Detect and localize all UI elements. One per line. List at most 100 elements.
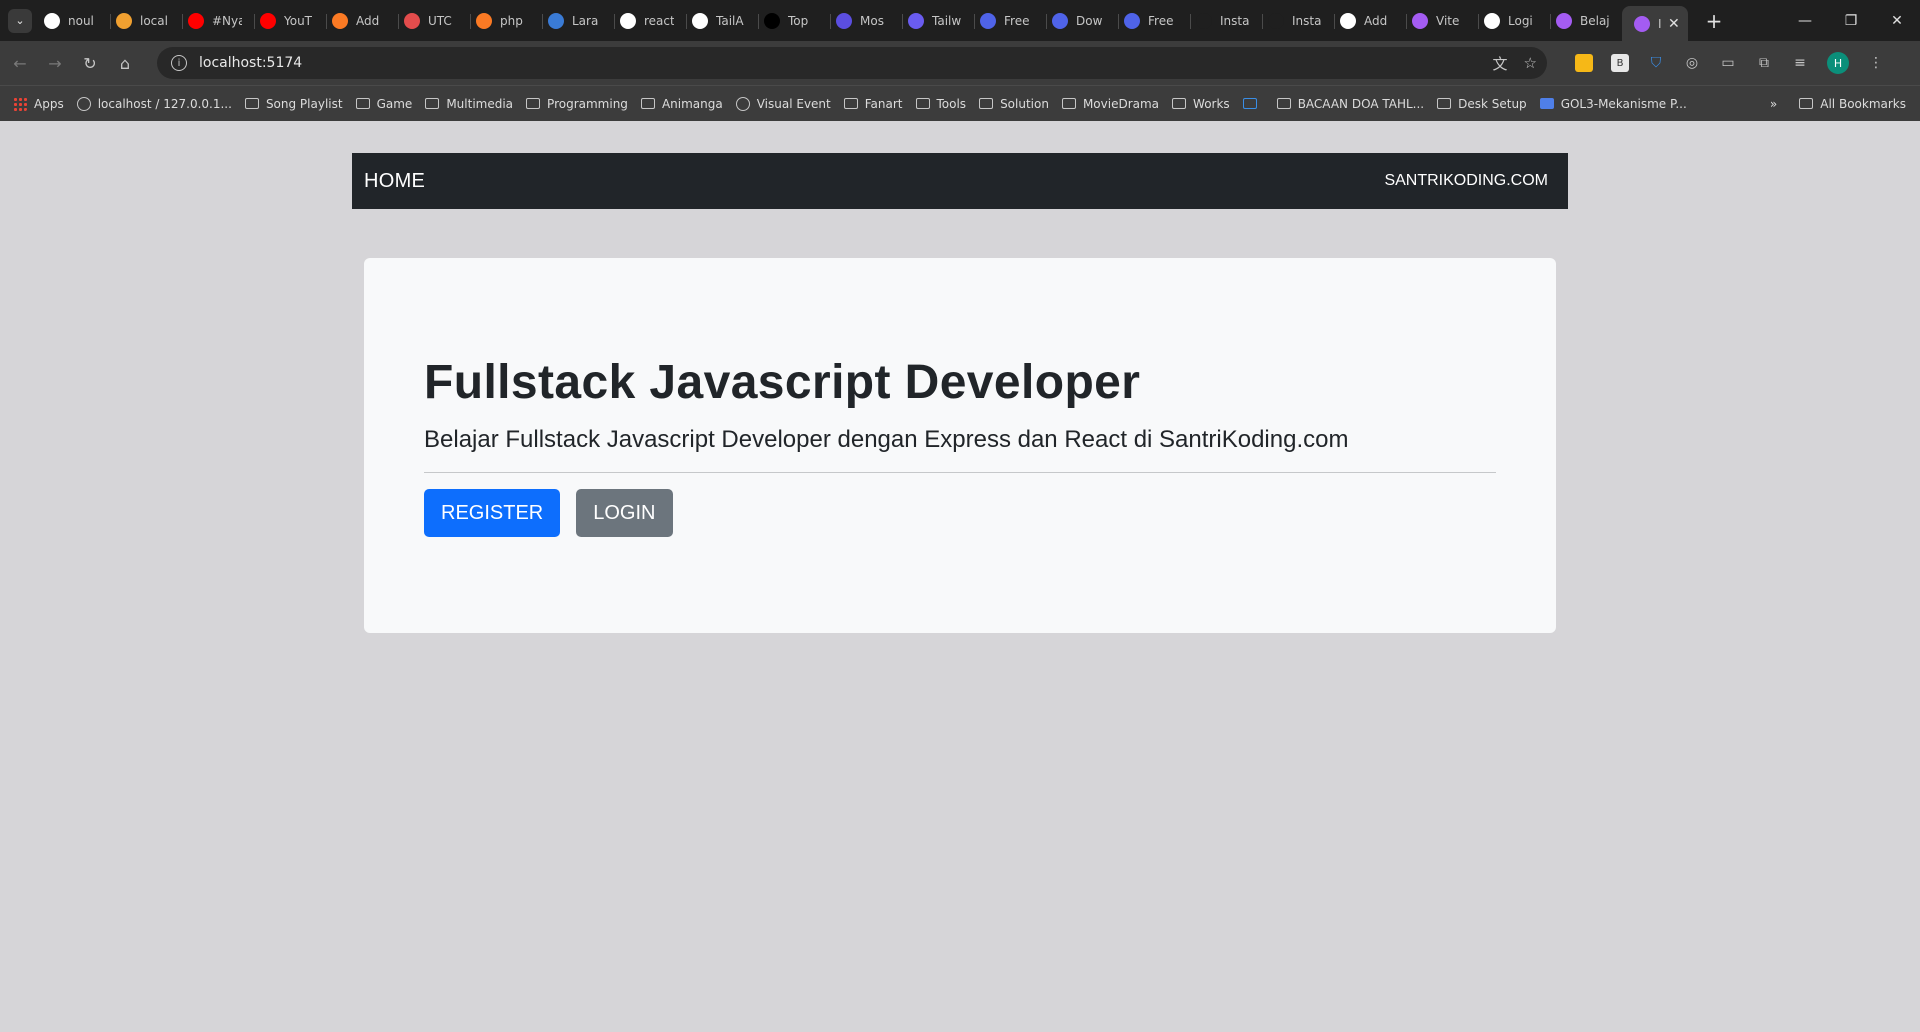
page-viewport: HOME SANTRIKODING.COM Fullstack Javascri… xyxy=(0,121,1920,1032)
browser-tab[interactable]: Free xyxy=(1118,6,1190,36)
tab-title: Logi xyxy=(1508,13,1533,28)
profile-avatar[interactable]: H xyxy=(1827,52,1849,74)
bookmark-star-icon[interactable]: ☆ xyxy=(1524,54,1537,72)
browser-tab[interactable]: noul xyxy=(38,6,110,36)
browser-tab[interactable]: php xyxy=(470,6,542,36)
browser-tab[interactable]: YouT xyxy=(254,6,326,36)
bookmark-item[interactable]: GOL3-Mekanisme P... xyxy=(1539,96,1687,111)
folder-icon xyxy=(244,98,259,109)
bookmark-item[interactable]: Works xyxy=(1172,97,1230,111)
laravel-icon xyxy=(548,12,564,29)
chat-icon xyxy=(1340,12,1356,29)
xampp-icon xyxy=(332,12,348,29)
apps-grid-icon xyxy=(13,96,27,111)
all-bookmarks-button[interactable]: All Bookmarks xyxy=(1799,97,1906,111)
restore-button[interactable]: ❐ xyxy=(1828,0,1874,41)
bookmark-item[interactable]: Desk Setup xyxy=(1437,97,1527,111)
url-text[interactable]: localhost:5174 xyxy=(199,55,302,71)
bookmark-item[interactable]: localhost / 127.0.0.1... xyxy=(76,96,232,111)
extensions-puzzle-icon[interactable]: ⧉ xyxy=(1755,54,1773,72)
browser-tab[interactable]: react xyxy=(614,6,686,36)
close-window-button[interactable]: ✕ xyxy=(1874,0,1920,41)
tab-list: noul local #Nya YouT Add UTC php Lara react TailA… xyxy=(38,0,1688,42)
browser-tab-active[interactable]: I ✕ xyxy=(1622,5,1688,42)
browser-tab[interactable]: Free xyxy=(974,6,1046,36)
browser-tab[interactable]: Logi xyxy=(1478,6,1550,36)
browser-tab[interactable]: Belaj xyxy=(1550,6,1622,36)
translate-icon[interactable]: 文 xyxy=(1493,53,1508,74)
reload-button[interactable]: ↻ xyxy=(75,48,105,78)
reading-list-icon[interactable]: ≡ xyxy=(1791,54,1809,72)
folder-icon xyxy=(1799,98,1814,109)
bookmark-item[interactable]: Game xyxy=(355,97,412,111)
t-icon xyxy=(1268,12,1284,29)
square-icon xyxy=(836,12,852,29)
browser-tab[interactable]: Add xyxy=(326,6,398,36)
browser-tab[interactable]: TailA xyxy=(686,6,758,36)
bookmarks-right: » All Bookmarks xyxy=(1770,97,1906,111)
browser-tab[interactable]: Insta xyxy=(1190,6,1262,36)
bookmark-item[interactable]: MovieDrama xyxy=(1061,97,1159,111)
browser-tab[interactable]: Add xyxy=(1334,6,1406,36)
bookmark-item[interactable] xyxy=(1242,98,1264,109)
bookmark-label: Programming xyxy=(547,96,628,111)
navbar-santrikoding-link[interactable]: SANTRIKODING.COM xyxy=(1384,172,1548,190)
tab-title: Belaj xyxy=(1580,13,1610,28)
bookmark-item[interactable]: Tools xyxy=(915,97,966,111)
close-tab-icon[interactable]: ✕ xyxy=(1668,16,1680,32)
bookmark-item[interactable]: Apps xyxy=(13,96,64,111)
tab-title: Mos xyxy=(860,13,884,28)
bookmark-label: Desk Setup xyxy=(1458,96,1527,111)
browser-toolbar: ← → ↻ ⌂ i localhost:5174 文 ☆ B ⛉ ◎ ▭ ⧉ ≡… xyxy=(0,41,1920,85)
bookmark-label: GOL3-Mekanisme P... xyxy=(1560,96,1687,111)
extension-shield-icon[interactable]: ⛉ xyxy=(1647,54,1665,72)
navbar-home-link[interactable]: HOME xyxy=(364,170,425,193)
new-tab-button[interactable]: + xyxy=(1702,9,1726,33)
browser-tab[interactable]: Mos xyxy=(830,6,902,36)
calendar-icon xyxy=(1242,98,1257,109)
bookmarks-overflow-button[interactable]: » xyxy=(1770,97,1777,111)
browser-tab[interactable]: Dow xyxy=(1046,6,1118,36)
browser-tab[interactable]: #Nya xyxy=(182,6,254,36)
browser-tab[interactable]: Vite xyxy=(1406,6,1478,36)
bookmark-item[interactable]: Solution xyxy=(979,97,1049,111)
bookmarks-bar: Apps localhost / 127.0.0.1... Song Playlis… xyxy=(0,85,1920,121)
register-button[interactable]: REGISTER xyxy=(424,489,561,537)
folder-icon xyxy=(1172,98,1187,109)
extension-b-icon[interactable]: B xyxy=(1611,54,1629,72)
address-bar[interactable]: i localhost:5174 文 ☆ xyxy=(157,47,1547,79)
folder-icon xyxy=(979,98,994,109)
login-button[interactable]: LOGIN xyxy=(576,489,673,537)
extension-yellow-icon[interactable] xyxy=(1575,54,1593,72)
bookmark-item[interactable]: BACAAN DOA TAHL... xyxy=(1276,97,1424,111)
browser-tab[interactable]: local xyxy=(110,6,182,36)
bookmark-item[interactable]: Programming xyxy=(526,97,628,111)
top-navbar: HOME SANTRIKODING.COM xyxy=(352,153,1568,209)
menu-kebab-icon[interactable]: ⋮ xyxy=(1867,54,1885,72)
tab-title: UTC xyxy=(428,13,452,28)
hero-lead: Belajar Fullstack Javascript Developer d… xyxy=(424,426,1349,453)
tab-title: php xyxy=(500,13,523,28)
forward-button[interactable]: → xyxy=(40,48,70,78)
tab-title: react xyxy=(644,13,674,28)
t-icon xyxy=(1196,12,1212,29)
bookmark-item[interactable]: Visual Event xyxy=(735,96,831,111)
tab-title: YouT xyxy=(284,13,313,28)
tab-search-button[interactable]: ⌄ xyxy=(8,8,32,33)
browser-tab[interactable]: Top xyxy=(758,6,830,36)
extension-folder-icon[interactable]: ▭ xyxy=(1719,54,1737,72)
minimize-button[interactable]: — xyxy=(1782,0,1828,41)
browser-tab[interactable]: Lara xyxy=(542,6,614,36)
back-button[interactable]: ← xyxy=(5,48,35,78)
home-button[interactable]: ⌂ xyxy=(110,48,140,78)
bookmark-item[interactable]: Multimedia xyxy=(425,97,513,111)
site-info-icon[interactable]: i xyxy=(171,55,187,71)
bookmark-item[interactable]: Animanga xyxy=(640,97,723,111)
bookmark-item[interactable]: Fanart xyxy=(843,97,903,111)
bookmark-item[interactable]: Song Playlist xyxy=(244,97,343,111)
browser-tab[interactable]: Tailw xyxy=(902,6,974,36)
browser-tab[interactable]: Insta xyxy=(1262,6,1334,36)
extension-target-icon[interactable]: ◎ xyxy=(1683,54,1701,72)
browser-tab[interactable]: UTC xyxy=(398,6,470,36)
doc-icon xyxy=(1539,98,1554,109)
